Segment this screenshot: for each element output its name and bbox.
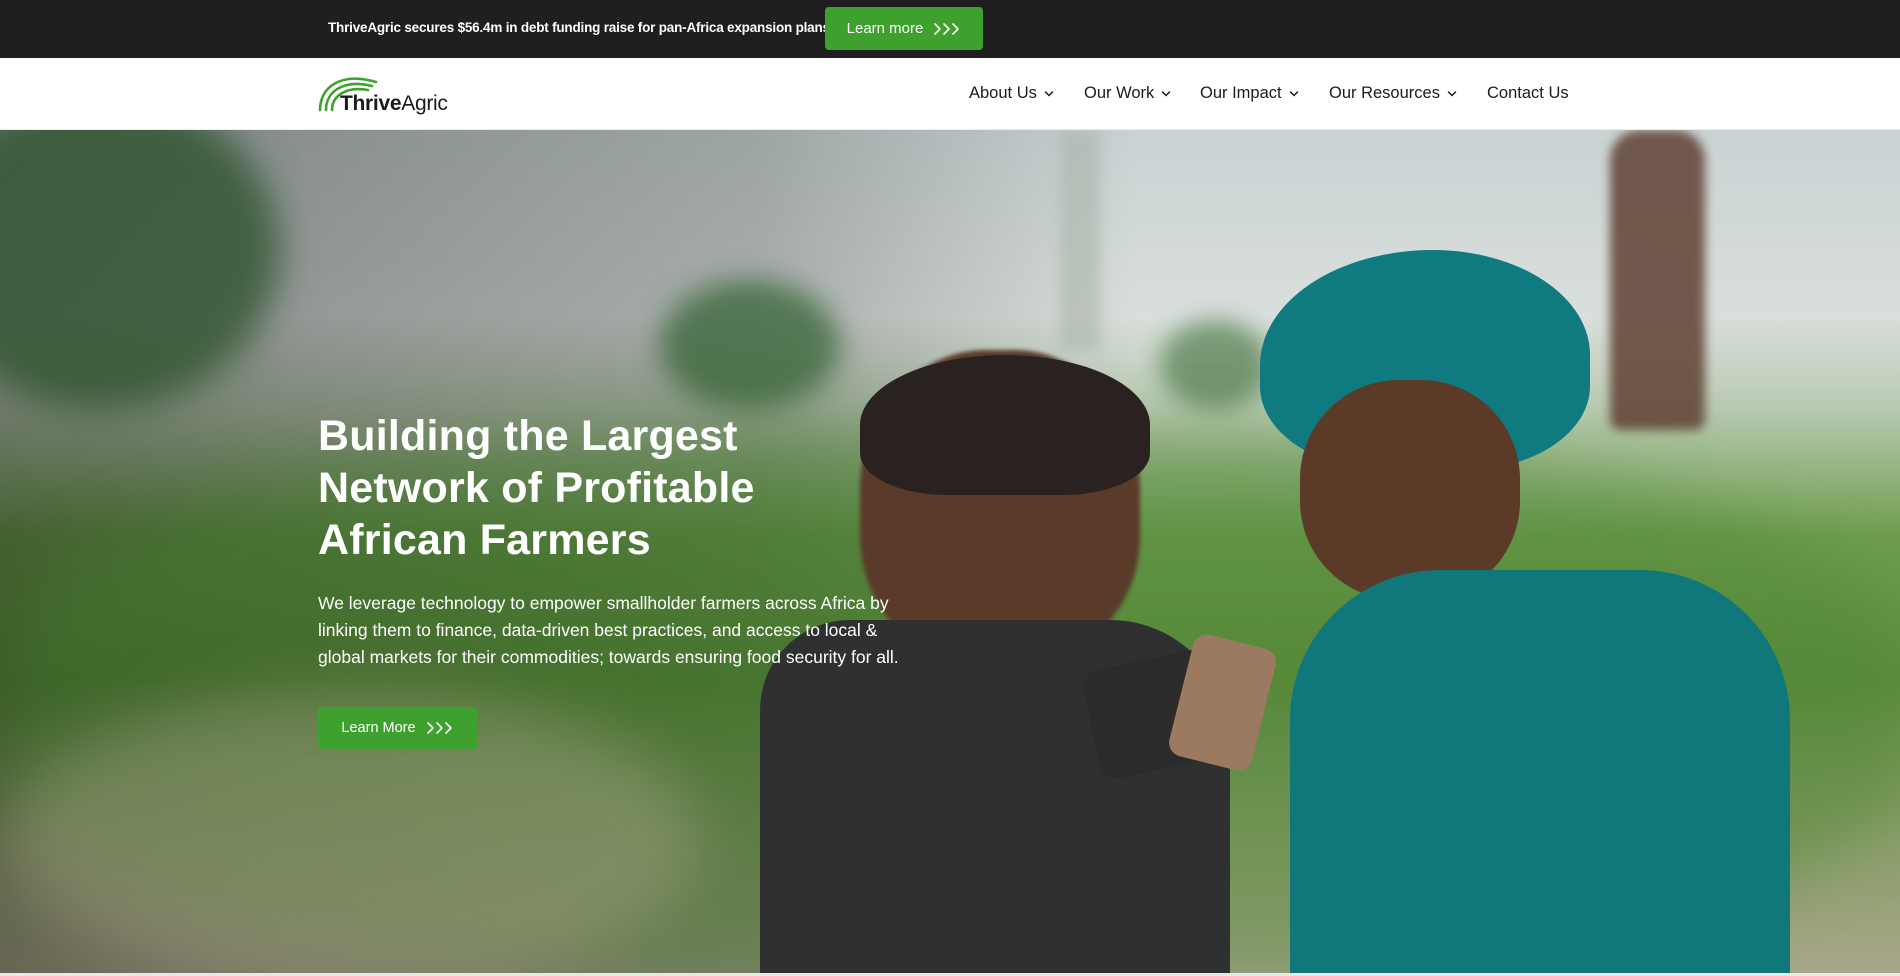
chevron-down-icon [1162,90,1171,97]
nav-item-contact-us[interactable]: Contact Us [1487,84,1569,103]
chevron-down-icon [1289,90,1298,97]
nav-item-our-resources[interactable]: Our Resources [1329,84,1457,103]
nav-item-label: Our Impact [1200,84,1282,102]
hero-learn-more-button[interactable]: Learn More [318,707,477,749]
nav-item-label: Our Work [1084,84,1155,102]
main-navbar: ThriveAgric About Us Our Work Our Impact… [0,58,1900,130]
nav-item-our-impact[interactable]: Our Impact [1200,84,1299,103]
announcement-learn-more-button[interactable]: Learn more [825,7,983,50]
hero-title: Building the Largest Network of Profitab… [318,412,755,564]
announcement-text: ThriveAgric secures $56.4m in debt fundi… [328,20,830,35]
chevron-down-icon [1447,90,1457,97]
nav-item-about-us[interactable]: About Us [969,84,1054,103]
nav-item-label: About Us [969,84,1037,102]
thriveagric-logo[interactable]: ThriveAgric [316,68,456,120]
hero-description: We leverage technology to empower smallh… [318,593,899,667]
triple-chevron-right-icon [426,722,452,734]
logo-wordmark: ThriveAgric [340,92,448,115]
nav-item-label: Our Resources [1329,84,1440,102]
hero-section: Building the Largest Network of Profitab… [0,130,1900,976]
nav-item-label: Contact Us [1487,84,1569,102]
announcement-button-label: Learn more [846,20,924,37]
chevron-down-icon [1044,90,1054,97]
triple-chevron-right-icon [934,22,960,35]
nav-item-our-work[interactable]: Our Work [1084,84,1171,103]
hero-button-label: Learn More [341,720,416,736]
announcement-bar: ThriveAgric secures $56.4m in debt fundi… [0,0,1900,58]
